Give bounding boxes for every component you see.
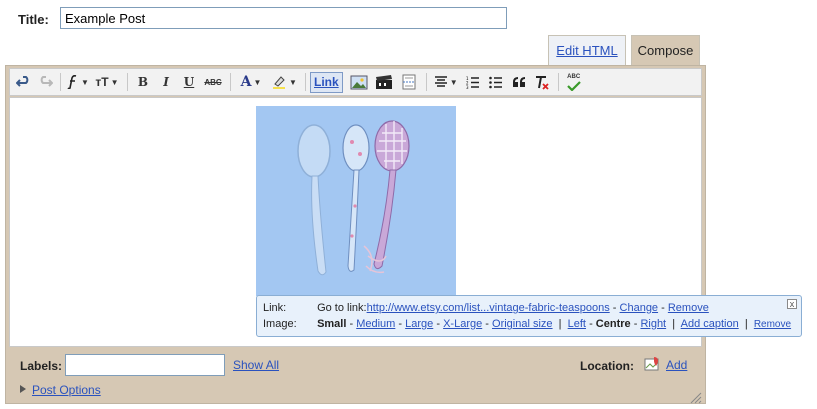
post-title-input[interactable] [60,7,507,29]
chevron-down-icon: ▼ [449,77,458,87]
font-size-icon: тT [95,75,109,89]
video-icon [375,74,392,89]
numbered-list-icon: 123 [466,76,479,89]
undo-icon [16,76,29,87]
expand-arrow-icon[interactable] [20,385,26,393]
toolbar-separator [425,73,427,91]
tab-compose[interactable]: Compose [631,35,700,65]
highlight-color-dropdown[interactable]: ▼ [268,71,300,93]
labels-input[interactable] [65,354,225,376]
quote-button[interactable] [508,71,530,93]
tab-compose-label: Compose [637,43,694,58]
chevron-down-icon: ▼ [110,77,119,87]
labels-label: Labels: [20,359,63,373]
chevron-down-icon: ▼ [81,77,89,87]
font-family-icon [67,75,77,89]
underline-button[interactable]: U [178,71,200,93]
bubble-close-icon[interactable]: x [787,299,797,309]
text-color-dropdown[interactable]: A ▼ [235,71,267,93]
resize-grip-icon[interactable] [690,392,702,404]
insert-jump-break-button[interactable] [397,71,421,93]
insert-video-button[interactable] [372,71,396,93]
bubble-image-remove[interactable]: Remove [754,319,791,330]
toolbar-separator [230,73,231,91]
text-color-icon: A [240,74,252,90]
font-family-dropdown[interactable]: ▼ [65,71,91,93]
location-label: Location: [580,359,634,373]
location-icon[interactable] [644,356,660,372]
strikethrough-button[interactable]: ABC [201,71,225,93]
image-icon [350,75,368,89]
highlight-icon [273,76,286,89]
toolbar-separator [557,73,559,91]
toolbar-separator [305,73,306,91]
italic-button[interactable]: I [155,71,177,93]
align-icon [434,76,447,87]
bold-button[interactable]: B [132,71,154,93]
show-all-link[interactable]: Show All [233,358,279,372]
bubble-align-left[interactable]: Left [568,318,586,330]
bubble-link-row: Link: Go to link:http://www.etsy.com/lis… [263,302,709,314]
bubble-url-link[interactable]: http://www.etsy.com/list...vintage-fabri… [367,302,610,314]
bubble-change-link[interactable]: Change [620,302,659,314]
title-label: Title: [18,12,49,27]
spell-check-label: ABC [567,73,581,80]
bubble-align-current: Centre [595,318,631,330]
bubble-goto-text: Go to link: [317,302,367,314]
link-button[interactable]: Link [310,71,343,93]
bubble-image-row: Image: Small - Medium - Large - X-Large … [263,318,792,330]
toolbar-separator [60,73,61,91]
quote-icon [512,77,525,87]
toolbar-separator [127,73,128,91]
tab-edit-html[interactable]: Edit HTML [548,35,626,65]
bubble-size-large[interactable]: Large [405,318,433,330]
redo-button[interactable] [35,71,55,93]
insert-image-button[interactable] [347,71,371,93]
teaspoons-picture [256,106,456,296]
remove-formatting-icon [535,75,549,90]
remove-formatting-button[interactable] [531,71,553,93]
editor-toolbar: ▼ тT ▼ B I U ABC A ▼ ▼ Link ▼ 123 ABC [9,68,702,96]
numbered-list-button[interactable]: 123 [462,71,484,93]
undo-button[interactable] [14,71,34,93]
spell-check-button[interactable]: ABC [563,71,585,93]
bubble-link-label: Link: [263,302,287,314]
chevron-down-icon: ▼ [289,77,297,87]
checkmark-icon [566,80,581,91]
bubble-size-current: Small [317,318,347,330]
alignment-dropdown[interactable]: ▼ [431,71,461,93]
bubble-size-medium[interactable]: Medium [356,318,395,330]
tab-edit-html-label: Edit HTML [556,43,618,58]
bubble-align-right[interactable]: Right [640,318,666,330]
jump-break-icon [402,74,416,90]
bubble-size-original[interactable]: Original size [492,318,553,330]
bulleted-list-icon [488,76,502,88]
post-image-teaspoons[interactable] [256,106,456,296]
bulleted-list-button[interactable] [485,71,507,93]
location-add-link[interactable]: Add [666,358,687,372]
bubble-image-label: Image: [263,318,297,330]
redo-icon [40,76,53,87]
chevron-down-icon: ▼ [253,77,262,87]
post-options-link[interactable]: Post Options [32,383,101,397]
font-size-dropdown[interactable]: тT ▼ [92,71,122,93]
image-link-bubble: Link: Go to link:http://www.etsy.com/lis… [256,295,802,337]
bubble-remove-link[interactable]: Remove [668,302,709,314]
bubble-size-xlarge[interactable]: X-Large [443,318,482,330]
bubble-add-caption[interactable]: Add caption [681,318,739,330]
svg-text:3: 3 [466,85,469,89]
